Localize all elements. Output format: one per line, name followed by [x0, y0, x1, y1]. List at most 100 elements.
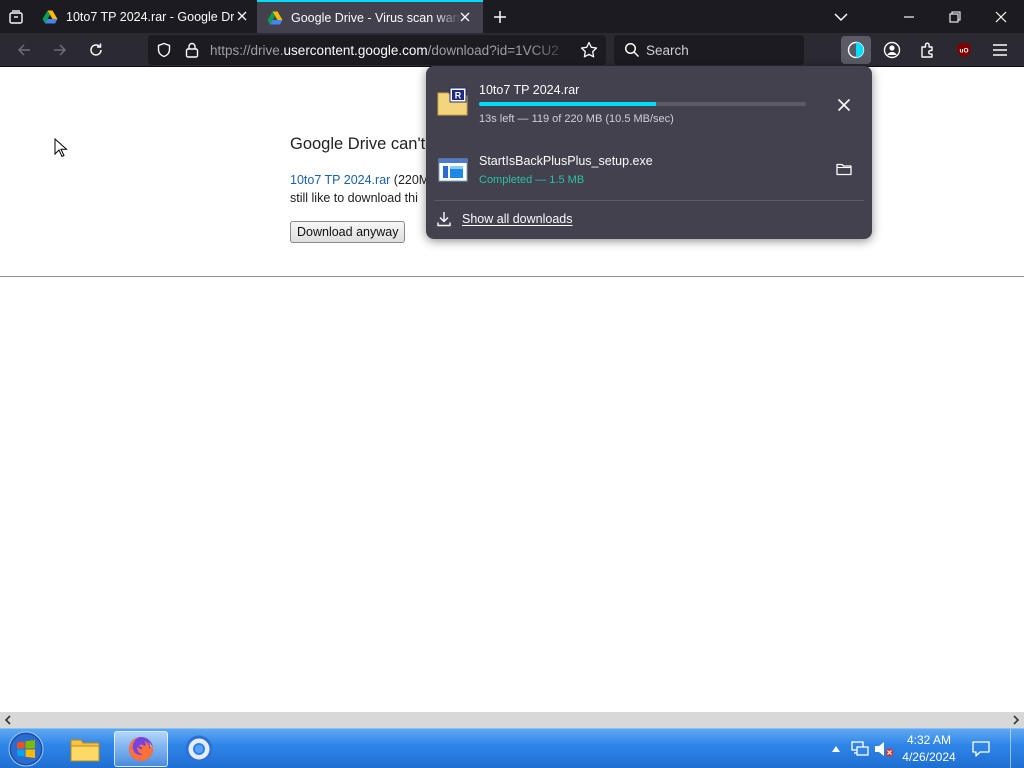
taskbar-file-explorer[interactable]	[58, 731, 112, 767]
hamburger-menu-icon	[993, 44, 1007, 56]
file-link[interactable]: 10to7 TP 2024.rar	[290, 173, 390, 187]
show-hidden-icons-button[interactable]	[828, 729, 844, 768]
firefox-view-icon	[9, 10, 23, 24]
scroll-right-button[interactable]	[1008, 712, 1024, 728]
speaker-muted-icon	[875, 742, 894, 757]
forward-button[interactable]	[46, 37, 74, 63]
download-progress-fill	[479, 102, 656, 106]
taskbar-firefox[interactable]	[114, 731, 168, 767]
show-in-folder-button[interactable]	[832, 157, 856, 181]
svg-text:uO: uO	[959, 48, 968, 55]
tab-title: Google Drive - Virus scan warning	[291, 10, 461, 25]
search-placeholder: Search	[646, 43, 689, 58]
chevron-right-icon	[1013, 715, 1020, 725]
restore-button[interactable]	[932, 0, 978, 33]
arrow-left-icon	[17, 44, 30, 56]
firefox-view-button[interactable]	[6, 7, 26, 27]
chevron-down-icon	[834, 13, 848, 22]
google-drive-icon	[267, 11, 283, 24]
warning-text-line1: 10to7 TP 2024.rar (220M	[290, 173, 429, 187]
address-bar[interactable]: https://drive.usercontent.google.com/dow…	[148, 35, 606, 65]
bookmark-star-icon[interactable]	[580, 41, 598, 59]
url-path: /download?id=1VCU2	[427, 43, 559, 58]
shield-icon	[157, 42, 171, 58]
tab-virus-scan-warning[interactable]: Google Drive - Virus scan warning	[257, 0, 483, 33]
list-all-tabs-button[interactable]	[830, 6, 852, 28]
downloads-panel: R 10to7 TP 2024.rar 13s left — 119 of 22…	[426, 66, 872, 239]
close-window-button[interactable]	[978, 0, 1024, 33]
page-heading: Google Drive can't	[290, 135, 426, 153]
download-item[interactable]: R 10to7 TP 2024.rar 13s left — 119 of 22…	[426, 66, 872, 132]
scroll-left-button[interactable]	[0, 712, 16, 728]
url-host: usercontent.google.com	[283, 43, 428, 58]
reload-button[interactable]	[82, 37, 110, 63]
taskbar-chrome[interactable]	[172, 731, 226, 767]
folder-icon	[836, 163, 852, 176]
account-button[interactable]	[878, 37, 906, 63]
close-icon	[995, 11, 1007, 22]
download-progress-icon	[847, 41, 865, 59]
show-desktop-button[interactable]	[1010, 729, 1024, 768]
ublock-origin-icon: uO	[957, 42, 971, 58]
close-tab-button[interactable]	[457, 9, 473, 25]
mouse-cursor-icon	[54, 138, 68, 158]
url-prefix: https://drive.	[210, 43, 284, 58]
file-size-text: (220M	[390, 173, 430, 187]
triangle-up-icon	[832, 746, 840, 752]
download-anyway-button[interactable]: Download anyway	[290, 221, 406, 243]
download-filename: StartIsBackPlusPlus_setup.exe	[479, 154, 653, 168]
tab-google-drive-file[interactable]: 10to7 TP 2024.rar - Google Drive	[32, 0, 256, 33]
google-drive-icon	[42, 10, 58, 23]
tab-title: 10to7 TP 2024.rar - Google Drive	[66, 9, 234, 24]
chevron-left-icon	[4, 715, 11, 725]
minimize-button[interactable]	[886, 0, 932, 33]
download-filename: 10to7 TP 2024.rar	[479, 83, 580, 97]
download-item[interactable]: StartIsBackPlusPlus_setup.exe Completed …	[426, 142, 872, 192]
arrow-right-icon	[54, 44, 67, 56]
chrome-icon	[185, 735, 213, 763]
network-status-button[interactable]	[849, 729, 871, 768]
download-icon	[437, 212, 451, 227]
extensions-button[interactable]	[914, 37, 942, 63]
windows-start-icon[interactable]	[6, 730, 46, 768]
new-tab-button[interactable]	[489, 6, 511, 28]
close-icon	[837, 98, 851, 112]
show-all-downloads-label: Show all downloads	[462, 212, 573, 226]
close-tab-button[interactable]	[234, 8, 250, 24]
horizontal-scrollbar[interactable]	[0, 712, 1024, 728]
firefox-icon	[128, 737, 153, 761]
downloads-button[interactable]	[841, 36, 871, 64]
reload-icon	[90, 43, 102, 56]
close-icon	[237, 11, 247, 21]
restore-icon	[949, 10, 961, 23]
account-icon	[883, 41, 901, 59]
ublock-origin-button[interactable]: uO	[950, 37, 978, 63]
exe-installer-icon	[438, 158, 468, 182]
divider	[434, 200, 864, 201]
url-text[interactable]: https://drive.usercontent.google.com/dow…	[210, 43, 572, 58]
navigation-toolbar: https://drive.usercontent.google.com/dow…	[0, 33, 1024, 67]
folder-icon	[70, 739, 100, 762]
download-progress-bar	[479, 102, 806, 106]
cancel-download-button[interactable]	[832, 93, 856, 117]
taskbar: 4:32 AM 4/26/2024	[0, 728, 1024, 768]
tab-strip: 10to7 TP 2024.rar - Google Drive Google …	[0, 0, 1024, 33]
divider	[0, 276, 1024, 277]
download-status: Completed — 1.5 MB	[479, 174, 585, 186]
action-center-button[interactable]	[968, 729, 994, 768]
puzzle-piece-icon	[921, 42, 933, 58]
app-menu-button[interactable]	[986, 37, 1014, 63]
show-all-downloads-button[interactable]: Show all downloads	[436, 209, 573, 229]
plus-icon	[494, 11, 506, 23]
clock-date: 4/26/2024	[902, 750, 956, 764]
back-button[interactable]	[10, 37, 38, 63]
search-bar[interactable]: Search	[614, 35, 804, 65]
rar-archive-icon: R	[437, 87, 468, 116]
volume-button[interactable]	[873, 729, 895, 768]
system-clock[interactable]: 4:32 AM 4/26/2024	[896, 732, 962, 766]
network-icon	[851, 741, 869, 756]
download-status: 13s left — 119 of 220 MB (10.5 MB/sec)	[479, 113, 674, 125]
lock-icon	[185, 42, 199, 58]
search-icon	[624, 42, 640, 58]
clock-time: 4:32 AM	[906, 733, 952, 747]
